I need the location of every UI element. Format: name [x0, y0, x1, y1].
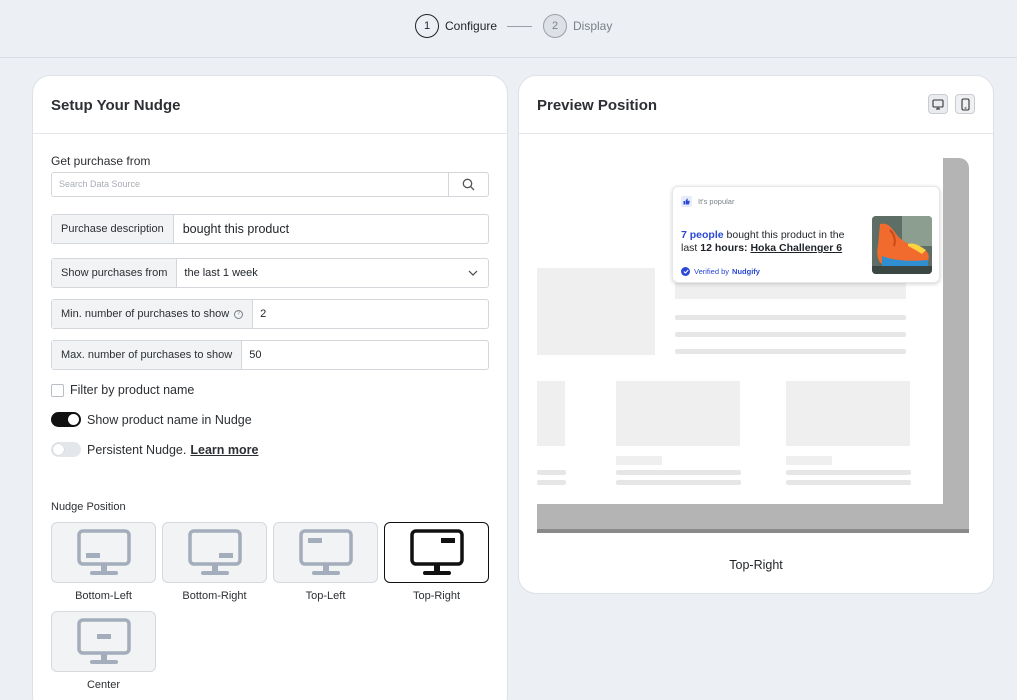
persistent-nudge-label: Persistent Nudge.: [87, 442, 187, 457]
source-label: Get purchase from: [51, 154, 151, 168]
position-top-left-button[interactable]: [273, 522, 378, 583]
search-icon[interactable]: [448, 173, 488, 196]
max-purchases-input[interactable]: 50: [242, 341, 488, 369]
placeholder-image: [537, 268, 655, 355]
purchase-description-field: Purchase description bought this product: [51, 214, 489, 244]
monitor-top-left-icon: [298, 528, 353, 575]
purchase-description-label: Purchase description: [52, 215, 174, 243]
nudge-popup[interactable]: It's popular 7 people bought this produc…: [672, 186, 940, 283]
max-purchases-field: Max. number of purchases to show 50: [51, 340, 489, 370]
device-mockup: It's popular 7 people bought this produc…: [537, 158, 969, 533]
card-divider: [519, 133, 993, 134]
placeholder-card: [616, 381, 740, 446]
placeholder-card: [537, 381, 565, 446]
monitor-top-right-icon: [409, 528, 464, 575]
placeholder-tag: [786, 456, 832, 465]
nudge-message: 7 people bought this product in the last…: [681, 229, 863, 255]
filter-by-product-row[interactable]: Filter by product name: [51, 383, 194, 397]
nudge-product-link[interactable]: Hoka Challenger 6: [750, 242, 842, 254]
position-bottom-right-button[interactable]: [162, 522, 267, 583]
position-top-right-label: Top-Right: [412, 590, 461, 602]
position-bottom-right-label: Bottom-Right: [182, 590, 247, 602]
placeholder-tag: [616, 456, 662, 465]
position-top-left-label: Top-Left: [305, 590, 346, 602]
filter-by-product-label: Filter by product name: [70, 383, 195, 397]
mobile-icon: [960, 97, 970, 111]
position-top-right-button[interactable]: [384, 522, 489, 583]
placeholder-line: [616, 480, 741, 485]
verified-by-text: Verified by: [694, 267, 730, 276]
show-product-name-toggle[interactable]: [51, 412, 81, 427]
monitor-center-icon: [76, 617, 131, 664]
min-purchases-label: Min. number of purchases to show?: [52, 300, 254, 328]
position-bottom-left-button[interactable]: [51, 522, 156, 583]
preview-card: Preview Position It's popular 7 people b…: [518, 75, 994, 594]
setup-card: Setup Your Nudge Get purchase from Searc…: [32, 75, 508, 700]
show-purchases-from-select[interactable]: the last 1 week: [177, 259, 458, 287]
desktop-view-button[interactable]: [928, 94, 948, 114]
step-2-circle[interactable]: 2: [543, 14, 567, 38]
purchase-description-input[interactable]: bought this product: [174, 215, 488, 243]
search-input[interactable]: Search Data Source: [59, 179, 140, 189]
nudge-badge-text: It's popular: [698, 197, 735, 206]
placeholder-line: [616, 470, 741, 475]
step-1-label[interactable]: Configure: [445, 19, 497, 33]
position-bottom-left-label: Bottom-Left: [75, 590, 132, 602]
show-purchases-from-field: Show purchases from the last 1 week: [51, 258, 489, 288]
setup-title: Setup Your Nudge: [51, 97, 181, 114]
step-1-circle[interactable]: 1: [415, 14, 439, 38]
nudge-verified: Verified by Nudgify: [681, 267, 760, 276]
thumbs-up-icon: [681, 196, 692, 207]
learn-more-link[interactable]: Learn more: [190, 443, 258, 457]
persistent-nudge-toggle[interactable]: [51, 442, 81, 457]
preview-title: Preview Position: [537, 97, 658, 114]
chevron-down-icon[interactable]: [458, 259, 488, 287]
nudge-count: 7 people: [681, 229, 724, 241]
show-purchases-from-label: Show purchases from: [52, 259, 178, 287]
mobile-view-button[interactable]: [955, 94, 975, 114]
min-purchases-input[interactable]: 2: [253, 300, 488, 328]
placeholder-line: [537, 470, 566, 475]
device-bottom-bar: [537, 529, 969, 533]
placeholder-line: [675, 332, 906, 337]
show-product-name-label: Show product name in Nudge: [87, 412, 252, 427]
stepper: 1 Configure 2 Display: [0, 0, 1017, 58]
info-icon[interactable]: ?: [234, 309, 244, 319]
product-image: [872, 216, 932, 274]
nudge-brand: Nudgify: [732, 267, 760, 276]
nudge-badge: It's popular: [681, 196, 734, 207]
position-center-button[interactable]: [51, 611, 156, 672]
show-product-name-row[interactable]: Show product name in Nudge: [51, 412, 252, 427]
placeholder-line: [675, 349, 906, 354]
nudge-position-label: Nudge Position: [51, 501, 126, 513]
max-purchases-label: Max. number of purchases to show: [52, 341, 243, 369]
step-2-label[interactable]: Display: [573, 19, 612, 33]
placeholder-heading: [675, 282, 906, 299]
data-source-search[interactable]: Search Data Source: [51, 172, 489, 197]
position-center-label: Center: [86, 679, 121, 691]
desktop-icon: [932, 98, 944, 110]
nudge-time: 12 hours:: [700, 242, 748, 254]
device-screen: It's popular 7 people bought this produc…: [537, 158, 943, 504]
placeholder-line: [786, 480, 911, 485]
min-purchases-field: Min. number of purchases to show? 2: [51, 299, 489, 329]
stepper-connector: [507, 26, 532, 27]
persistent-nudge-row[interactable]: Persistent Nudge. Learn more: [51, 442, 258, 457]
monitor-bottom-right-icon: [187, 528, 242, 575]
monitor-bottom-left-icon: [76, 528, 131, 575]
placeholder-line: [675, 315, 906, 320]
verified-check-icon: [681, 267, 690, 276]
filter-by-product-checkbox[interactable]: [51, 383, 64, 397]
placeholder-line: [786, 470, 911, 475]
card-divider: [33, 133, 507, 134]
placeholder-card: [786, 381, 910, 446]
placeholder-line: [537, 480, 566, 485]
preview-position-name: Top-Right: [729, 558, 783, 572]
